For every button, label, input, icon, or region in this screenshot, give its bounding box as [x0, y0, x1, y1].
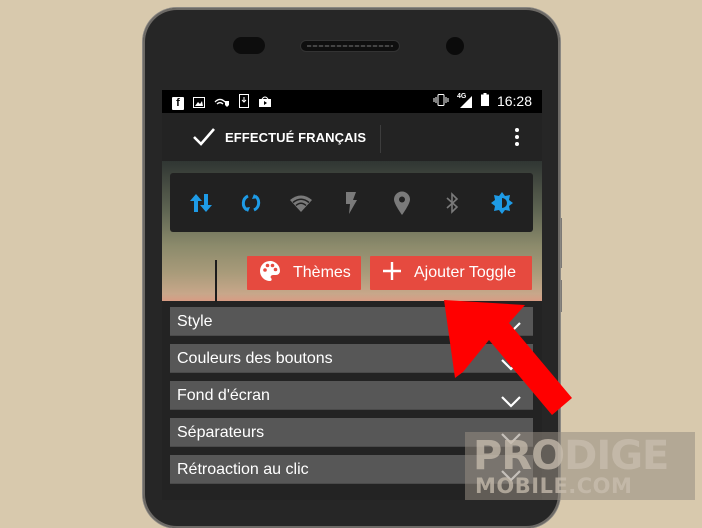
signal-icon: 4G [457, 93, 473, 108]
status-bar: f 4G 16:28 [162, 90, 542, 113]
play-store-icon [258, 95, 272, 113]
brightness-icon[interactable] [488, 189, 516, 217]
app-bar: EFFECTUÉ FRANÇAIS [162, 113, 542, 161]
download-icon [239, 94, 249, 113]
front-camera [446, 37, 464, 55]
app-bar-divider [380, 125, 381, 153]
section-label: Style [177, 313, 213, 330]
battery-icon [480, 93, 489, 109]
chevron-down-icon [501, 352, 521, 371]
section-wallpaper[interactable]: Fond d'écran [170, 381, 533, 410]
check-icon[interactable] [192, 125, 216, 149]
toggle-bar [170, 173, 533, 232]
add-toggle-button-label: Ajouter Toggle [414, 264, 516, 281]
themes-button[interactable]: Thèmes [247, 256, 361, 290]
section-style[interactable]: Style [170, 307, 533, 336]
location-pin-icon[interactable] [388, 189, 416, 217]
plus-icon [382, 261, 402, 286]
vibrate-icon [433, 93, 449, 109]
sync-icon[interactable] [237, 189, 265, 217]
section-label: Séparateurs [177, 424, 265, 441]
section-button-colors[interactable]: Couleurs des boutons [170, 344, 533, 373]
themes-button-label: Thèmes [293, 264, 351, 281]
watermark: PRODIGE MOBILE.COM [465, 432, 695, 500]
watermark-line1: PRODIGE [473, 433, 669, 479]
section-label: Fond d'écran [177, 387, 270, 404]
wallpaper-spire [215, 260, 217, 302]
bluetooth-icon[interactable] [438, 189, 466, 217]
earpiece-speaker [300, 40, 400, 52]
clock: 16:28 [496, 93, 532, 109]
more-vert-icon[interactable] [512, 128, 522, 148]
watermark-line2: MOBILE.COM [475, 474, 633, 498]
facebook-icon: f [172, 97, 184, 110]
wifi-icon[interactable] [287, 189, 315, 217]
section-label: Rétroaction au clic [177, 461, 309, 478]
wifi-vpn-icon [214, 95, 230, 113]
chevron-down-icon [501, 389, 521, 408]
section-label: Couleurs des boutons [177, 350, 333, 367]
palette-icon [259, 260, 281, 287]
image-icon [193, 95, 205, 113]
flash-icon[interactable] [337, 189, 365, 217]
proximity-sensor [233, 37, 265, 54]
done-button-label[interactable]: EFFECTUÉ FRANÇAIS [225, 130, 366, 145]
add-toggle-button[interactable]: Ajouter Toggle [370, 256, 532, 290]
data-arrows-icon[interactable] [187, 189, 215, 217]
chevron-down-icon [501, 315, 521, 334]
